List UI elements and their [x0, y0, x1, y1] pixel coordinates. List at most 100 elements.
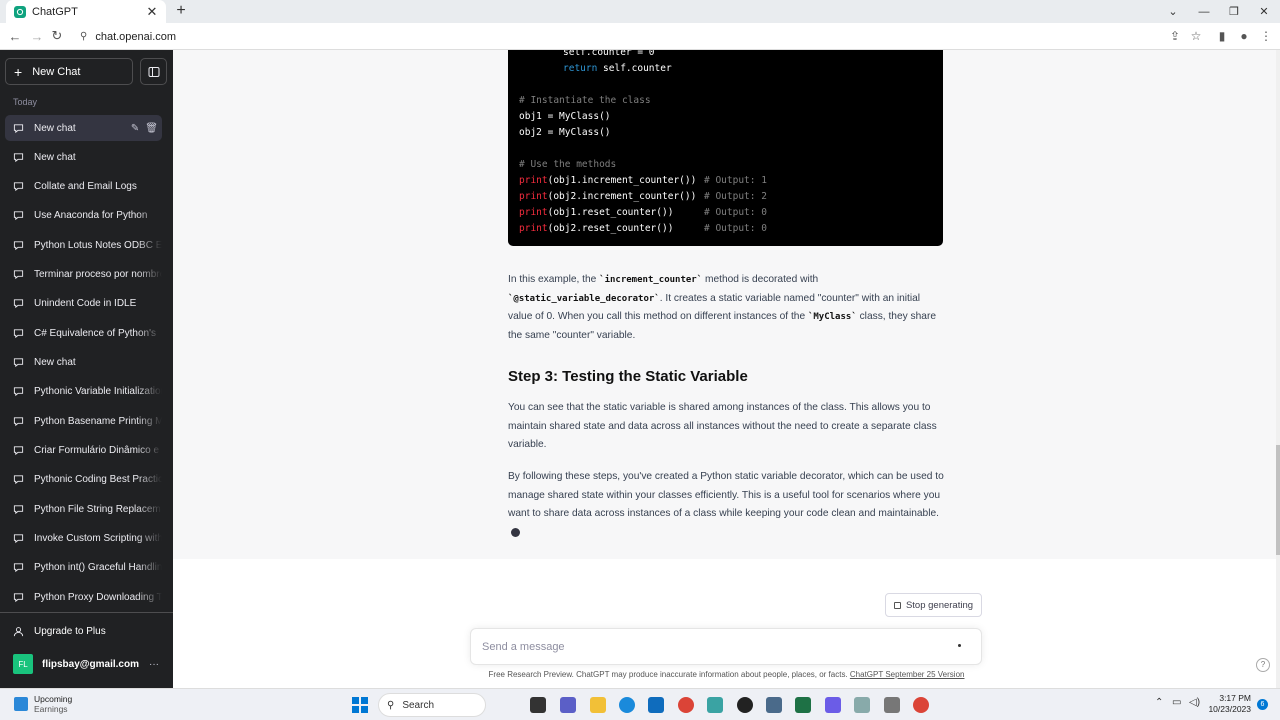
code-comment: # Use the methods: [519, 159, 617, 170]
chat-history-item[interactable]: Python Basename Printing M: [5, 408, 162, 434]
user-menu[interactable]: FL flipsbay@gmail.com ···: [5, 652, 165, 676]
chat-bubble-icon: [13, 181, 24, 191]
chat-bubble-icon: [13, 474, 24, 484]
scrollbar[interactable]: [1276, 50, 1280, 688]
chat-title: C# Equivalence of Python's: [34, 327, 156, 339]
excel-icon[interactable]: [795, 697, 811, 713]
chat-history-item[interactable]: Unindent Code in IDLE: [5, 290, 162, 316]
back-arrow-icon[interactable]: ←: [6, 27, 24, 45]
teams-icon[interactable]: [560, 697, 576, 713]
profile-icon[interactable]: ●: [1236, 28, 1252, 44]
code-line: obj1 = MyClass(): [519, 111, 611, 122]
chevron-up-icon[interactable]: ⌃: [1155, 697, 1163, 708]
chat-title: Pythonic Coding Best Practic: [34, 473, 162, 485]
disclaimer-footer: Free Research Preview. ChatGPT may produ…: [488, 670, 965, 679]
browser-menu-icon[interactable]: ⋮: [1258, 28, 1274, 44]
send-loading-icon: [958, 644, 961, 647]
version-link[interactable]: ChatGPT September 25 Version: [850, 670, 965, 679]
toggle-sidebar-button[interactable]: [140, 58, 167, 85]
volume-icon[interactable]: ◁): [1189, 697, 1200, 708]
help-icon[interactable]: ?: [1256, 658, 1270, 672]
chat-history-item[interactable]: Criar Formulário Dinâmico e: [5, 437, 162, 463]
chat-history-item[interactable]: Python int() Graceful Handlin: [5, 554, 162, 580]
chat-title: Python Proxy Downloading T: [34, 591, 162, 603]
chatgpt-favicon-icon: [14, 5, 26, 18]
maximize-button[interactable]: ❐: [1218, 0, 1250, 23]
app-icon[interactable]: [707, 697, 723, 713]
notification-badge[interactable]: 6: [1257, 699, 1268, 710]
chat-history-item[interactable]: C# Equivalence of Python's: [5, 320, 162, 346]
app-icon[interactable]: [884, 697, 900, 713]
chat-history-item[interactable]: Use Anaconda for Python: [5, 202, 162, 228]
chevron-down-icon[interactable]: ⌄: [1157, 0, 1189, 23]
trash-icon[interactable]: 🗑: [145, 123, 158, 134]
stop-generating-label: Stop generating: [905, 599, 974, 611]
close-tab-icon[interactable]: ✕: [146, 4, 158, 20]
chat-title: Pythonic Variable Initialization: [34, 385, 162, 397]
edit-pencil-icon[interactable]: ✎: [131, 123, 139, 134]
message-input[interactable]: Send a message: [470, 628, 982, 665]
chat-history-item[interactable]: Invoke Custom Scripting with: [5, 525, 162, 551]
chat-bubble-icon: [13, 298, 24, 308]
chat-history-item[interactable]: Pythonic Variable Initialization: [5, 378, 162, 404]
vpn-icon[interactable]: [825, 697, 841, 713]
chat-history-item[interactable]: Collate and Email Logs: [5, 173, 162, 199]
url-text: chat.openai.com: [95, 30, 177, 43]
network-icon[interactable]: ▭: [1172, 697, 1181, 708]
stop-generating-button[interactable]: Stop generating: [885, 593, 982, 617]
upgrade-to-plus-button[interactable]: Upgrade to Plus: [5, 620, 165, 642]
forward-arrow-icon[interactable]: →: [28, 27, 46, 45]
site-info-icon[interactable]: ⚲: [80, 31, 87, 42]
browser-tab[interactable]: ChatGPT ✕: [6, 0, 166, 23]
chat-bubble-icon: [13, 504, 24, 514]
chrome-icon[interactable]: [678, 697, 694, 713]
browser-chrome: ChatGPT ✕ + ⌄ — ❐ ✕ ← → ↻ ⚲ chat.openai.…: [0, 0, 1280, 50]
tab-strip: ChatGPT ✕ + ⌄ — ❐ ✕: [0, 0, 1280, 23]
url-field[interactable]: ⚲ chat.openai.com: [72, 26, 1157, 47]
code-comment: # Output: 0: [704, 223, 767, 234]
system-clock[interactable]: 3:17 PM 10/23/2023: [1205, 693, 1251, 715]
chat-history-item[interactable]: Terminar proceso por nombre: [5, 261, 162, 287]
chat-history-item[interactable]: Python File String Replacem: [5, 496, 162, 522]
new-tab-button[interactable]: +: [172, 2, 190, 20]
code-text: (obj1.increment_counter()): [547, 175, 697, 186]
chrome-active-icon[interactable]: [913, 697, 929, 713]
reload-icon[interactable]: ↻: [48, 27, 66, 45]
code-keyword: return: [563, 63, 598, 74]
github-icon[interactable]: [737, 697, 753, 713]
chat-history-item[interactable]: Python Lotus Notes ODBC En: [5, 232, 162, 258]
chat-bubble-icon: [13, 269, 24, 279]
edge-icon[interactable]: [619, 697, 635, 713]
bookmark-star-icon[interactable]: ☆: [1188, 28, 1204, 44]
code-text: self.counter: [597, 63, 672, 74]
scrollbar-thumb[interactable]: [1276, 445, 1280, 555]
sidebar-divider: [0, 612, 173, 613]
chat-history-item[interactable]: New chat: [5, 144, 162, 170]
weather-widget[interactable]: Upcoming Earnings: [14, 694, 72, 714]
windows-start-icon[interactable]: [352, 697, 368, 713]
avatar: FL: [13, 654, 33, 674]
share-icon[interactable]: ⇪: [1167, 28, 1183, 44]
calculator-icon[interactable]: [766, 697, 782, 713]
user-email: flipsbay@gmail.com: [42, 658, 139, 670]
minimize-button[interactable]: —: [1188, 0, 1220, 23]
app-icon[interactable]: [854, 697, 870, 713]
chat-history-item[interactable]: New chat: [5, 349, 162, 375]
chat-title: Python int() Graceful Handlin: [34, 561, 162, 573]
chat-title: Terminar proceso por nombre: [34, 268, 162, 280]
taskbar-search[interactable]: ⚲ Search: [378, 693, 486, 717]
file-explorer-icon[interactable]: [590, 697, 606, 713]
chat-history-item[interactable]: Pythonic Coding Best Practic: [5, 466, 162, 492]
code-line: print(obj2.increment_counter()): [519, 191, 696, 202]
task-view-icon[interactable]: [530, 697, 546, 713]
close-window-button[interactable]: ✕: [1248, 0, 1280, 23]
side-panel-icon[interactable]: ▮: [1214, 28, 1230, 44]
store-icon[interactable]: [648, 697, 664, 713]
new-chat-button[interactable]: + New Chat: [5, 58, 133, 85]
code-text: (obj2.reset_counter()): [547, 223, 674, 234]
clock-time: 3:17 PM: [1219, 693, 1251, 703]
chat-title: New chat: [34, 122, 76, 134]
chat-history-item[interactable]: Python Proxy Downloading T: [5, 584, 162, 610]
more-options-icon[interactable]: ···: [149, 659, 159, 670]
chat-history-item[interactable]: New chat ✎ 🗑: [5, 115, 162, 141]
